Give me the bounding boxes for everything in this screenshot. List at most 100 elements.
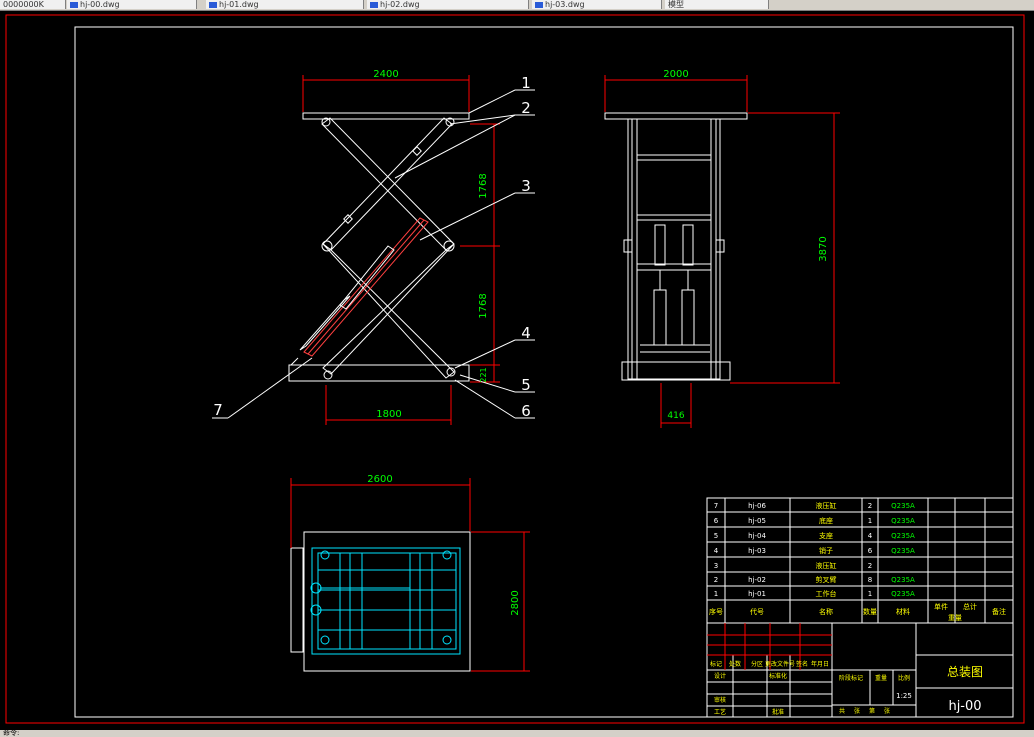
bom-rows: 7 hj-06 液压缸 2 Q235A 6 hj-05 底座 1 Q235A 5… <box>709 501 1006 622</box>
svg-text:工艺: 工艺 <box>714 708 726 716</box>
svg-text:共: 共 <box>839 707 845 715</box>
svg-text:hj-01: hj-01 <box>748 590 766 598</box>
balloon-4: 4 <box>521 324 531 342</box>
drawing-code: hj-00 <box>948 699 981 714</box>
svg-text:审核: 审核 <box>714 696 726 704</box>
dim-front-cylinder-gap: 416 <box>667 411 684 421</box>
svg-text:名称: 名称 <box>819 607 833 616</box>
svg-text:2: 2 <box>714 576 718 584</box>
svg-text:3: 3 <box>714 562 718 570</box>
svg-text:4: 4 <box>714 547 719 555</box>
tab-4[interactable]: hj-03.dwg <box>532 0 662 9</box>
svg-text:支座: 支座 <box>819 531 833 540</box>
svg-text:1: 1 <box>868 590 872 598</box>
svg-text:序号: 序号 <box>709 607 723 616</box>
svg-text:6: 6 <box>868 547 873 555</box>
svg-text:hj-03: hj-03 <box>748 547 766 555</box>
balloon-1: 1 <box>521 74 531 92</box>
svg-text:hj-04: hj-04 <box>748 532 766 540</box>
tab-1[interactable]: hj-00.dwg <box>67 0 197 9</box>
svg-text:工作台: 工作台 <box>816 589 837 598</box>
bom-row: 7 hj-06 液压缸 2 Q235A <box>714 501 915 510</box>
svg-text:Q235A: Q235A <box>891 576 915 584</box>
command-line[interactable]: 命令: <box>0 730 1034 737</box>
svg-text:签名: 签名 <box>796 660 808 668</box>
dwg-file-icon <box>370 1 378 8</box>
svg-text:hj-02: hj-02 <box>748 576 766 584</box>
tab-2[interactable]: hj-01.dwg <box>206 0 364 9</box>
scale-value: 1:25 <box>896 692 912 700</box>
tab-0[interactable]: 0000000K <box>0 0 66 9</box>
svg-text:1: 1 <box>868 517 872 525</box>
svg-text:重量: 重量 <box>875 674 887 682</box>
svg-text:Q235A: Q235A <box>891 590 915 598</box>
balloon-5: 5 <box>521 376 531 394</box>
dim-side-upper-height: 1768 <box>478 173 489 198</box>
bom-row: 4 hj-03 销子 6 Q235A <box>714 546 915 555</box>
svg-text:张: 张 <box>884 707 890 715</box>
balloon-3: 3 <box>521 177 531 195</box>
balloon-6: 6 <box>521 402 531 420</box>
bom-row: 3 液压缸 2 <box>714 561 872 570</box>
balloon-2: 2 <box>521 99 531 117</box>
dwg-file-icon <box>535 1 543 8</box>
svg-text:单件: 单件 <box>934 602 948 611</box>
svg-text:处数: 处数 <box>729 660 741 668</box>
svg-text:张: 张 <box>854 707 860 715</box>
svg-text:Q235A: Q235A <box>891 532 915 540</box>
dim-front-top-width: 2000 <box>663 69 688 80</box>
svg-text:hj-05: hj-05 <box>748 517 766 525</box>
plan-view <box>290 531 471 672</box>
tab-3[interactable]: hj-02.dwg <box>367 0 529 9</box>
svg-text:备注: 备注 <box>992 607 1006 616</box>
bom-row: 6 hj-05 底座 1 Q235A <box>714 516 915 525</box>
svg-text:hj-06: hj-06 <box>748 502 766 510</box>
svg-text:数量: 数量 <box>863 607 877 616</box>
svg-text:标准化: 标准化 <box>769 672 787 680</box>
front-view <box>604 112 748 381</box>
svg-text:Q235A: Q235A <box>891 502 915 510</box>
svg-text:分区: 分区 <box>751 660 763 668</box>
svg-text:底座: 底座 <box>819 516 833 525</box>
dim-side-base-height: 221 <box>479 367 488 382</box>
bom-row: 2 hj-02 剪叉臂 8 Q235A <box>714 575 915 584</box>
bom-row: 1 hj-01 工作台 1 Q235A <box>714 589 915 598</box>
svg-text:液压缸: 液压缸 <box>816 561 837 570</box>
svg-text:更改文件号: 更改文件号 <box>765 660 795 668</box>
svg-text:代号: 代号 <box>750 607 764 616</box>
svg-text:重量: 重量 <box>948 614 962 622</box>
dim-front-total-height: 3870 <box>818 236 829 261</box>
dwg-file-icon <box>209 1 217 8</box>
svg-text:比例: 比例 <box>898 674 910 682</box>
svg-text:8: 8 <box>868 576 872 584</box>
svg-text:7: 7 <box>714 502 718 510</box>
dim-side-lower-height: 1768 <box>478 293 489 318</box>
tab-5[interactable]: 模型 <box>665 0 769 9</box>
dim-plan-width: 2600 <box>367 474 392 485</box>
balloon-7: 7 <box>213 401 223 419</box>
dim-plan-depth: 2800 <box>510 590 521 615</box>
title-block-labels: 标记 处数 分区 更改文件号 签名 年月日 设计 标准化 审核 工艺 批准 阶段… <box>710 660 910 716</box>
svg-text:材料: 材料 <box>896 607 910 616</box>
bom-row: 5 hj-04 支座 4 Q235A <box>714 531 915 540</box>
svg-text:年月日: 年月日 <box>811 660 829 668</box>
svg-text:总计: 总计 <box>963 602 977 611</box>
svg-text:标记: 标记 <box>710 660 722 668</box>
svg-text:Q235A: Q235A <box>891 517 915 525</box>
drawing-title: 总装图 <box>947 665 983 679</box>
drawing-canvas[interactable]: 2400 1768 1768 221 1800 2000 3870 416 26… <box>0 10 1034 730</box>
dim-side-base-width: 1800 <box>376 409 401 420</box>
svg-text:第: 第 <box>869 707 875 715</box>
svg-text:剪叉臂: 剪叉臂 <box>816 575 837 584</box>
svg-text:阶段标记: 阶段标记 <box>839 674 863 682</box>
bom-header: 序号 代号 名称 数量 材料 单件 总计 重量 备注 <box>709 602 1006 622</box>
svg-text:销子: 销子 <box>819 546 833 555</box>
svg-text:4: 4 <box>868 532 873 540</box>
svg-text:批准: 批准 <box>772 708 784 716</box>
svg-text:6: 6 <box>714 517 719 525</box>
svg-text:Q235A: Q235A <box>891 547 915 555</box>
svg-text:5: 5 <box>714 532 718 540</box>
svg-text:液压缸: 液压缸 <box>816 501 837 510</box>
dwg-file-icon <box>70 1 78 8</box>
dim-side-top-width: 2400 <box>373 69 398 80</box>
